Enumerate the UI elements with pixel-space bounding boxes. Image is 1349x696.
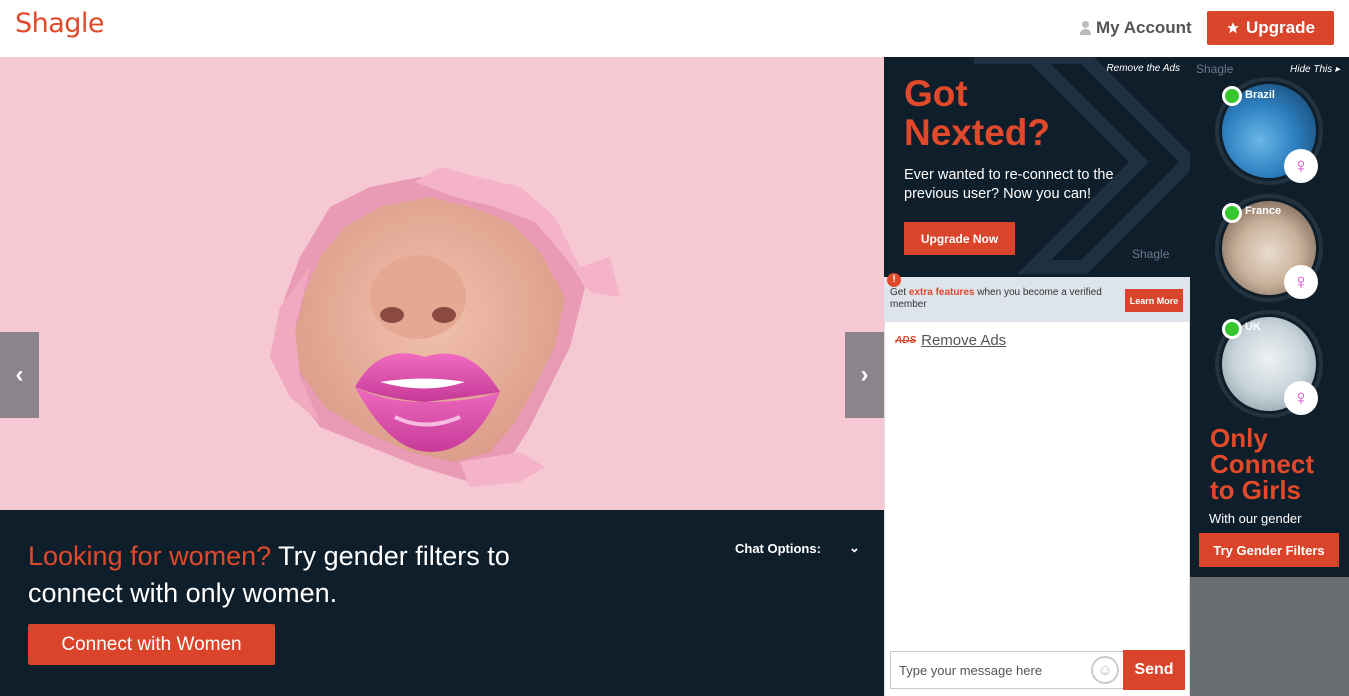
ad-right-subtitle: With our gender	[1209, 511, 1302, 526]
gender-filter-promo: Looking for women? Try gender filters to…	[0, 510, 884, 696]
emoji-icon[interactable]: ☺	[1091, 656, 1119, 684]
country-label: UK	[1245, 321, 1261, 333]
online-status-icon	[1222, 86, 1242, 106]
ad-right-title-line3: to Girls	[1210, 475, 1302, 505]
notice-highlight: extra features	[908, 287, 975, 298]
ads-crossed-icon: ADS	[895, 335, 917, 346]
message-input[interactable]: Type your message here	[890, 651, 1124, 689]
ad-right-title-line1: Only	[1210, 423, 1268, 453]
online-status-icon	[1222, 319, 1242, 339]
remove-ads-label: Remove Ads	[921, 332, 1007, 349]
female-icon: ♀	[1284, 381, 1318, 415]
my-account-link[interactable]: My Account	[1080, 18, 1192, 38]
ad-right-brand: Shagle	[1196, 62, 1234, 76]
ad-title-line1: Got	[904, 73, 968, 114]
country-label: Brazil	[1245, 89, 1275, 101]
hide-this-link[interactable]: Hide This ▸	[1290, 64, 1340, 75]
gender-filter-ad: Shagle Hide This ▸ Brazil ♀ France ♀ UK …	[1190, 57, 1349, 577]
ad-title-line2: Nexted?	[904, 112, 1050, 153]
female-icon: ♀	[1284, 265, 1318, 299]
upgrade-label: Upgrade	[1246, 18, 1315, 37]
ad-title: Got Nexted?	[904, 74, 1050, 152]
verified-member-notice: ! Get extra features when you become a v…	[884, 273, 1190, 322]
ad-right-title: Only Connect to Girls	[1210, 425, 1314, 503]
notice-text: Get extra features when you become a ver…	[890, 287, 1110, 311]
star-icon	[1227, 22, 1239, 34]
chat-panel: ADS Remove Ads Type your message here ☺ …	[884, 322, 1190, 696]
ad-right-filler	[1190, 577, 1349, 696]
previous-arrow-button[interactable]: ‹	[0, 332, 39, 418]
top-header: Shagle My Account Upgrade	[0, 0, 1349, 57]
lips-illustration	[270, 167, 620, 487]
chat-options-dropdown[interactable]: Chat Options: ⌄	[735, 540, 860, 556]
chevron-right-icon: ›	[860, 361, 869, 388]
online-status-icon	[1222, 203, 1242, 223]
upgrade-now-button[interactable]: Upgrade Now	[904, 222, 1015, 255]
shagle-logo[interactable]: Shagle	[15, 8, 105, 39]
ad-right-title-line2: Connect	[1210, 449, 1314, 479]
promo-highlight: Looking for women?	[28, 541, 272, 571]
remove-ads-link[interactable]: ADS Remove Ads	[895, 332, 1006, 349]
country-label: France	[1245, 205, 1282, 217]
send-button[interactable]: Send	[1123, 650, 1185, 690]
try-gender-filters-button[interactable]: Try Gender Filters	[1199, 533, 1339, 567]
promo-text: Looking for women? Try gender filters to…	[28, 538, 588, 612]
chat-options-label: Chat Options:	[735, 540, 821, 556]
ad-brand-logo: Shagle	[1132, 247, 1170, 261]
upgrade-button[interactable]: Upgrade	[1207, 11, 1334, 45]
got-nexted-ad: Remove the Ads Got Nexted? Ever wanted t…	[884, 57, 1190, 277]
chevron-down-icon: ⌄	[848, 540, 860, 555]
notice-pre: Get	[890, 287, 909, 298]
female-icon: ♀	[1284, 149, 1318, 183]
connect-with-women-button[interactable]: Connect with Women	[28, 624, 275, 665]
ad-subtitle: Ever wanted to re-connect to the previou…	[904, 167, 1114, 202]
my-account-label: My Account	[1096, 18, 1192, 37]
alert-icon: !	[887, 273, 901, 287]
remove-the-ads-link[interactable]: Remove the Ads	[1106, 63, 1180, 74]
learn-more-button[interactable]: Learn More	[1125, 289, 1183, 312]
user-icon	[1080, 21, 1091, 35]
hero-image: ‹ ›	[0, 57, 884, 510]
chevron-left-icon: ‹	[15, 361, 24, 388]
next-arrow-button[interactable]: ›	[845, 332, 884, 418]
